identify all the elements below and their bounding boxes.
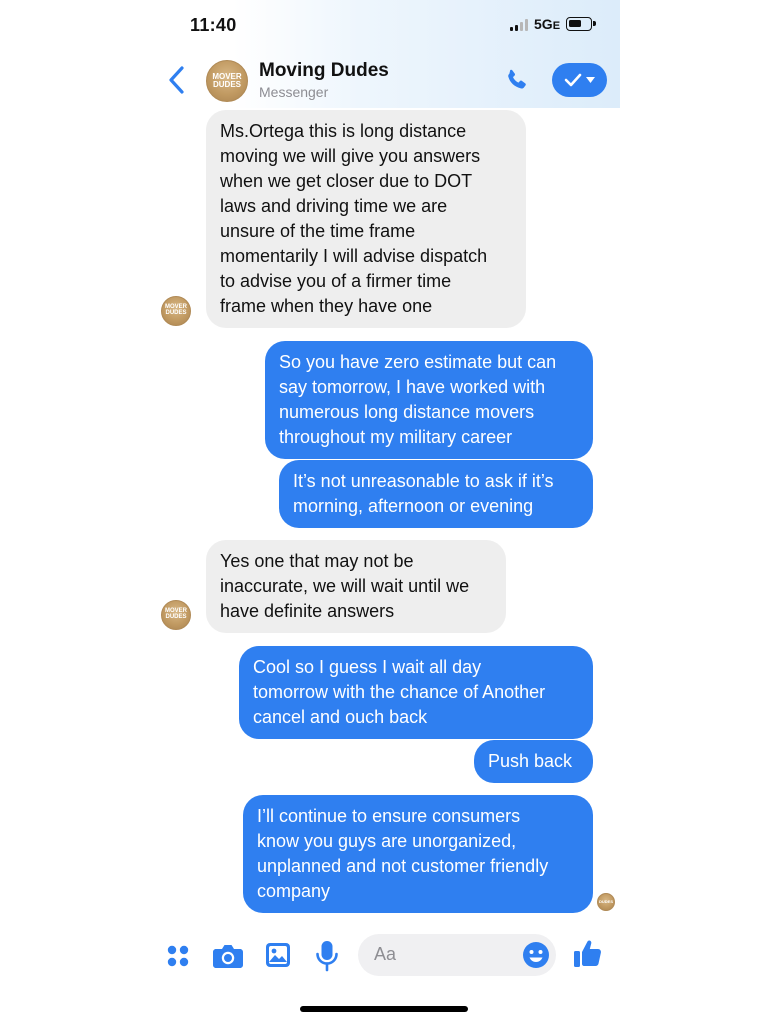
check-dropdown-button[interactable] xyxy=(552,63,607,97)
home-indicator[interactable] xyxy=(300,1006,468,1012)
grid-dots-icon[interactable] xyxy=(165,943,191,969)
image-icon[interactable] xyxy=(264,941,292,969)
network-label: 5GE xyxy=(534,16,561,32)
contact-subtitle: Messenger xyxy=(259,84,329,100)
message-bubble-outgoing[interactable]: Push back xyxy=(474,740,593,783)
emoji-icon[interactable] xyxy=(522,941,550,969)
signal-icon xyxy=(510,19,528,31)
message-text: Push back xyxy=(488,751,573,771)
contact-name[interactable]: Moving Dudes xyxy=(259,60,389,82)
message-text: Yes one that may not be inaccurate, we w… xyxy=(220,551,470,621)
message-bubble-outgoing[interactable]: I’ll continue to ensure consumers know y… xyxy=(243,795,593,913)
message-input[interactable] xyxy=(374,944,514,965)
phone-icon[interactable] xyxy=(502,66,532,96)
sender-avatar: MOVER DUDES xyxy=(161,296,191,326)
thumbs-up-icon[interactable] xyxy=(572,938,604,970)
message-bubble-outgoing[interactable]: Cool so I guess I wait all day tomorrow … xyxy=(239,646,593,739)
chevron-down-icon xyxy=(586,77,595,83)
read-receipt-avatar: DUDES xyxy=(597,893,615,911)
contact-avatar[interactable]: MOVER DUDES xyxy=(206,60,248,102)
message-text: It’s not unreasonable to ask if it’s mor… xyxy=(293,471,554,516)
message-text: I’ll continue to ensure consumers know y… xyxy=(257,806,549,901)
battery-icon xyxy=(566,17,596,31)
back-chevron-icon[interactable] xyxy=(166,64,188,96)
status-time: 11:40 xyxy=(190,15,237,35)
camera-icon[interactable] xyxy=(212,942,244,970)
message-bubble-outgoing[interactable]: It’s not unreasonable to ask if it’s mor… xyxy=(279,460,593,528)
message-bubble-incoming[interactable]: Ms.Ortega this is long distance moving w… xyxy=(206,110,526,328)
microphone-icon[interactable] xyxy=(315,940,339,972)
message-text: So you have zero estimate but can say to… xyxy=(279,352,557,447)
message-input-box[interactable] xyxy=(358,934,556,976)
check-icon xyxy=(564,73,582,87)
messenger-screen: 11:40 5GE MOVER DUDES Moving Dudes Messe… xyxy=(148,0,620,1024)
message-text: Ms.Ortega this is long distance moving w… xyxy=(220,121,488,316)
message-bubble-outgoing[interactable]: So you have zero estimate but can say to… xyxy=(265,341,593,459)
message-text: Cool so I guess I wait all day tomorrow … xyxy=(253,657,546,727)
message-bubble-incoming[interactable]: Yes one that may not be inaccurate, we w… xyxy=(206,540,506,633)
sender-avatar: MOVER DUDES xyxy=(161,600,191,630)
